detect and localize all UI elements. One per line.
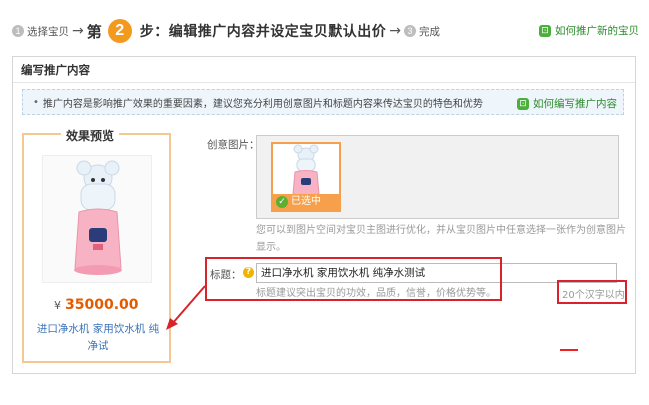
creative-hint: 您可以到图片空间对宝贝主图进行优化，并从宝贝图片中任意选择一张作为创意图片显示。 bbox=[256, 225, 626, 253]
help-link-label: 如何推广新的宝贝 bbox=[555, 25, 639, 37]
preview-title-link[interactable]: 进口净水机 家用饮水机 纯净试 bbox=[32, 321, 164, 355]
step-1-label: 选择宝贝 bbox=[27, 25, 69, 38]
title-highlight-box bbox=[205, 257, 502, 301]
limit-highlight-box bbox=[557, 280, 627, 304]
selected-indicator: ✓ 已选中 bbox=[273, 194, 339, 210]
currency-symbol: ¥ bbox=[54, 299, 61, 312]
price: ¥35000.00 bbox=[54, 297, 139, 313]
step-2-title: 步：编辑推广内容并设定宝贝默认出价 bbox=[139, 24, 387, 40]
water-dispenser-thumb bbox=[292, 144, 320, 196]
step-1-number: 1 bbox=[12, 25, 24, 37]
step-3-label: 完成 bbox=[418, 25, 440, 38]
price-value: 35000.00 bbox=[65, 297, 139, 313]
step-2-prefix: 第 bbox=[86, 22, 102, 41]
notice-bar: • 推广内容是影响推广效果的重要因素，建议您充分利用创意图片和标题内容来传达宝贝… bbox=[22, 89, 624, 115]
help-icon: ⊡ bbox=[517, 97, 529, 110]
checkmark-icon: ✓ bbox=[276, 196, 288, 208]
bullet-icon: • bbox=[33, 96, 39, 108]
water-dispenser-image bbox=[74, 160, 122, 275]
effect-preview-box: 效果预览 ¥35000.00 进口净水机 家用饮水机 纯净试 bbox=[22, 127, 171, 363]
help-icon: ⊡ bbox=[539, 24, 551, 37]
help-link-write-content[interactable]: ⊡ 如何编写推广内容 bbox=[517, 96, 617, 111]
panel-title: 编写推广内容 bbox=[13, 57, 635, 83]
notice-help-label: 如何编写推广内容 bbox=[533, 98, 617, 110]
step-3-number: 3 bbox=[403, 25, 416, 37]
preview-title: 效果预览 bbox=[61, 127, 120, 144]
notice-text: 推广内容是影响推广效果的重要因素，建议您充分利用创意图片和标题内容来传达宝贝的特… bbox=[42, 98, 483, 110]
help-link-promote-new-item[interactable]: ⊡ 如何推广新的宝贝 bbox=[539, 23, 639, 38]
product-image bbox=[42, 155, 152, 283]
creative-image-box: ✓ 已选中 bbox=[256, 135, 619, 219]
red-mark bbox=[560, 349, 578, 351]
creative-image-label: 创意图片： bbox=[207, 139, 260, 151]
creative-thumbnail[interactable]: ✓ 已选中 bbox=[271, 142, 341, 212]
arrow-right-icon: → bbox=[72, 23, 84, 39]
edit-promotion-panel: 编写推广内容 • 推广内容是影响推广效果的重要因素，建议您充分利用创意图片和标题… bbox=[12, 56, 636, 374]
selected-label: 已选中 bbox=[291, 196, 321, 207]
arrow-right-icon: → bbox=[389, 23, 401, 39]
step-2-number: 2 bbox=[107, 19, 132, 43]
